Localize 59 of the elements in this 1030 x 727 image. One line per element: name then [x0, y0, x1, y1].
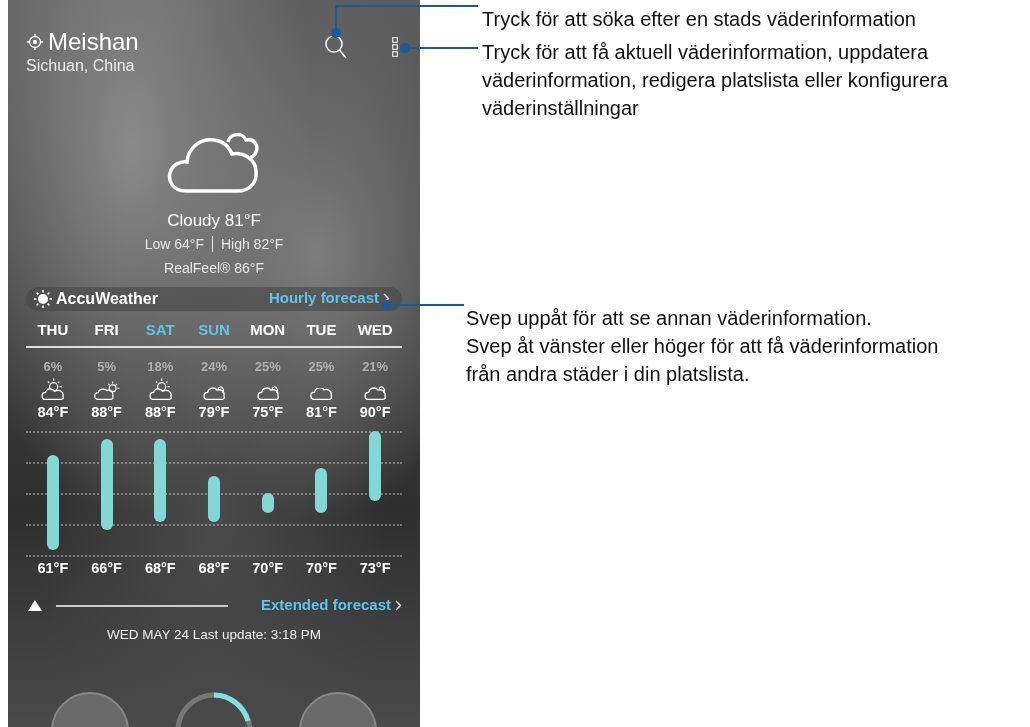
- cloud-icon: [255, 385, 280, 400]
- low-temperature: 66°F: [91, 560, 122, 577]
- precipitation-chance: 6%: [43, 358, 63, 374]
- chevron-right-icon: [395, 600, 402, 612]
- temperature-range-bar: [369, 430, 382, 501]
- high-temperature: 79°F: [198, 403, 230, 420]
- day-name: THU: [37, 320, 69, 338]
- callout-text: Svep åt vänster eller höger för att få väderinformation från andra städer i din platslista.: [466, 334, 940, 387]
- day-name: SUN: [198, 320, 230, 338]
- day-name: MON: [250, 320, 286, 338]
- temperature-range-bar: [208, 476, 220, 522]
- menu-icon[interactable]: [392, 37, 398, 57]
- precipitation-chance: 5%: [97, 358, 116, 374]
- cloud-icon: [166, 130, 262, 194]
- temperature-range-bar: [261, 492, 274, 514]
- provider-name: AccuWeather: [56, 288, 158, 309]
- high-temperature: 75°F: [252, 403, 284, 420]
- temperature-range-bar: [315, 467, 328, 514]
- precipitation-chance: 24%: [200, 358, 227, 374]
- day-name: TUE: [306, 320, 337, 338]
- day-name: FRI: [94, 320, 119, 338]
- partly-sunny-icon: [40, 377, 66, 400]
- high-temperature: 88°F: [91, 403, 122, 420]
- sun-icon: [34, 289, 52, 308]
- day-name: SAT: [145, 320, 175, 338]
- city-name: Meishan: [48, 30, 139, 54]
- last-update-text: WED MAY 24 Last update: 3:18 PM: [105, 626, 323, 644]
- low-temperature: 68°F: [198, 560, 230, 577]
- current-condition: Cloudy 81°F: [166, 210, 262, 232]
- low-temperature: 61°F: [37, 560, 69, 577]
- search-icon[interactable]: [324, 34, 348, 60]
- low-temperature: 68°F: [144, 560, 176, 577]
- precipitation-chance: 18%: [147, 358, 174, 374]
- high-temperature: 88°F: [144, 403, 176, 420]
- callout-text: Tryck för att få aktuell väderinformation, uppdatera väderinformation, redigera platslista eller konfigurera väderinställningar: [482, 40, 949, 121]
- low-temperature: Low 64°F: [144, 234, 204, 254]
- low-temperature: 70°F: [306, 560, 337, 577]
- high-temperature: 90°F: [359, 403, 391, 420]
- cloud-icon: [202, 385, 226, 400]
- low-temperature: 73°F: [359, 560, 391, 577]
- collapse-triangle-icon[interactable]: [28, 600, 42, 612]
- region-name: Sichuan, China: [26, 56, 136, 76]
- realfeel-temperature: RealFeel® 86°F: [163, 258, 265, 278]
- precipitation-chance: 25%: [308, 358, 335, 374]
- callout-text: Svep uppåt för att se annan väderinformation.: [466, 306, 872, 331]
- cloud-icon: [309, 387, 334, 400]
- precipitation-chance: 21%: [362, 358, 389, 374]
- cloud-icon: [363, 385, 388, 400]
- high-temperature: High 82°F: [220, 234, 284, 254]
- partly-sunny-icon: [93, 380, 121, 400]
- callout-text: Tryck för att söka efter en stads väderinformation: [482, 7, 916, 32]
- location-icon: [26, 33, 44, 51]
- high-temperature: 84°F: [37, 403, 69, 420]
- extended-forecast-link[interactable]: Extended forecast: [260, 594, 402, 617]
- partly-sunny-icon: [147, 377, 173, 400]
- day-name: WED: [357, 320, 393, 338]
- low-temperature: 70°F: [252, 560, 284, 577]
- precipitation-chance: 25%: [254, 358, 281, 374]
- high-temperature: 81°F: [306, 403, 337, 420]
